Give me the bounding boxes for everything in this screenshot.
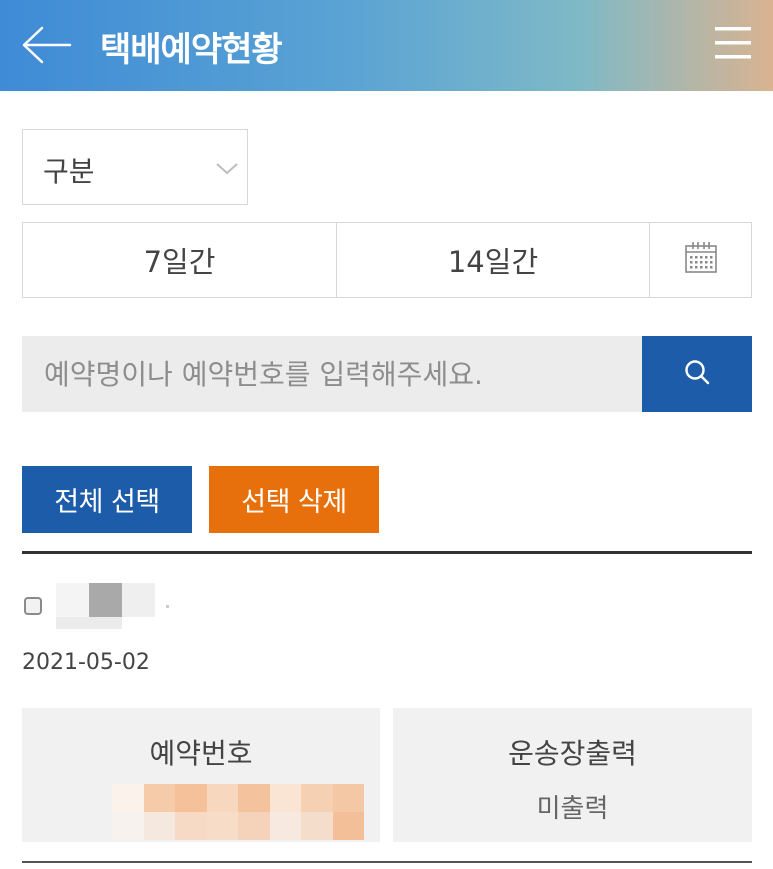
- item-bottom-divider: [22, 861, 752, 863]
- app-header: 택배예약현황: [0, 0, 773, 91]
- search-button[interactable]: [642, 336, 752, 412]
- hamburger-menu-icon[interactable]: [712, 24, 754, 62]
- period-7-days-button[interactable]: 7일간: [23, 223, 337, 297]
- calendar-button[interactable]: [650, 223, 751, 297]
- category-select[interactable]: 구분: [22, 129, 248, 205]
- reservation-date: 2021-05-02: [22, 650, 150, 675]
- back-arrow-icon[interactable]: [20, 24, 72, 66]
- list-top-divider: [22, 551, 752, 554]
- reservation-number-card: 예약번호: [22, 708, 380, 842]
- search-input[interactable]: [22, 336, 642, 412]
- delete-selected-button[interactable]: 선택 삭제: [209, 466, 379, 533]
- redacted-reservation-number: [112, 784, 364, 840]
- page-title: 택배예약현황: [100, 30, 283, 70]
- calendar-icon: [684, 240, 718, 281]
- chevron-down-icon: [213, 156, 241, 180]
- period-selector: 7일간 14일간: [22, 222, 752, 298]
- category-select-value: 구분: [43, 155, 95, 188]
- waybill-print-card: 운송장출력 미출력: [393, 708, 752, 842]
- period-14-days-button[interactable]: 14일간: [337, 223, 650, 297]
- select-all-button[interactable]: 전체 선택: [22, 466, 192, 533]
- reservation-number-label: 예약번호: [149, 737, 253, 770]
- waybill-print-status: 미출력: [536, 794, 609, 824]
- item-checkbox[interactable]: [24, 597, 42, 615]
- waybill-print-label: 운송장출력: [508, 737, 637, 770]
- redacted-reservation-name: [56, 583, 170, 629]
- search-icon: [682, 357, 712, 391]
